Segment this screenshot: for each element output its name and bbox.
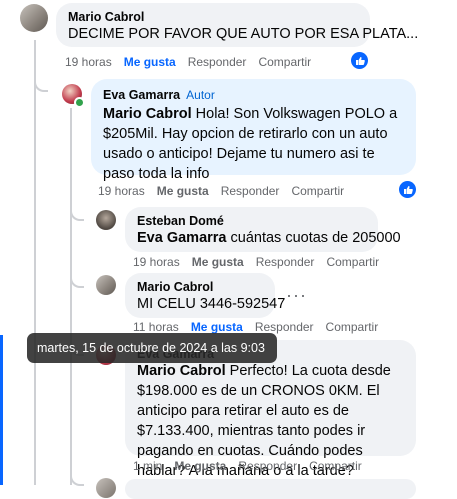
comment-time[interactable]: 19 horas — [133, 255, 180, 269]
comment-body: cuántas cuotas de 205000 — [226, 230, 401, 246]
mention-link[interactable]: Eva Gamarra — [137, 230, 226, 246]
comment-bubble-next — [125, 479, 416, 499]
avatar-mario-cabrol[interactable] — [20, 4, 48, 32]
highlight-rail — [0, 335, 3, 485]
comment-actions-5: 1 min Me gusta Responder Compartir — [133, 459, 374, 473]
avatar-mario-cabrol[interactable] — [96, 275, 116, 295]
mention-link[interactable]: Mario Cabrol — [137, 363, 226, 379]
comment-actions-4: 11 horas Me gusta Responder Compartir — [133, 320, 390, 334]
like-button[interactable]: Me gusta — [174, 459, 226, 473]
comment-text: MI CELU 3446-592547 — [137, 296, 286, 312]
reply-button[interactable]: Responder — [256, 255, 315, 269]
comment-text: DECIME POR FAVOR QUE AUTO POR ESA PLATA.… — [68, 26, 419, 42]
reply-button[interactable]: Responder — [221, 184, 280, 198]
comment-bubble-2: Eva Gamarra Autor Mario Cabrol Hola! Son … — [91, 79, 416, 182]
thread-curve-eva — [34, 66, 48, 92]
share-button[interactable]: Compartir — [326, 255, 379, 269]
thread-curve-next — [70, 460, 84, 486]
like-thumb-icon[interactable] — [351, 52, 368, 69]
like-button[interactable]: Me gusta — [192, 255, 244, 269]
thread-curve-esteban — [70, 195, 84, 221]
like-button[interactable]: Me gusta — [157, 184, 209, 198]
comment-author[interactable]: Esteban Domé — [137, 214, 366, 228]
like-thumb-icon[interactable] — [399, 181, 416, 198]
comment-bubble-1: Mario Cabrol DECIME POR FAVOR QUE AUTO P… — [56, 3, 419, 47]
comment-time[interactable]: 1 min — [133, 459, 162, 473]
share-button[interactable]: Compartir — [326, 320, 379, 334]
reply-button[interactable]: Responder — [238, 459, 297, 473]
thread-curve-mario-2 — [70, 262, 84, 288]
like-button[interactable]: Me gusta — [124, 55, 176, 69]
comment-author[interactable]: Mario Cabrol — [68, 10, 358, 24]
comment-text: Mario Cabrol Hola! Son Volkswagen POLO a… — [103, 104, 404, 184]
share-button[interactable]: Compartir — [258, 55, 311, 69]
comment-actions-1: 19 horas Me gusta Responder Compartir — [65, 55, 323, 69]
reply-button[interactable]: Responder — [255, 320, 314, 334]
comment-actions-2: 19 horas Me gusta Responder Compartir — [98, 184, 356, 198]
comment-bubble-4: Mario Cabrol MI CELU 3446-592547 — [125, 273, 286, 318]
online-dot-icon — [76, 99, 83, 106]
like-button[interactable]: Me gusta — [191, 320, 243, 334]
comment-author[interactable]: Eva Gamarra — [103, 88, 180, 102]
more-options-icon[interactable]: ··· — [286, 285, 307, 306]
avatar-esteban-dome[interactable] — [96, 210, 116, 230]
author-badge: Autor — [186, 88, 215, 102]
share-button[interactable]: Compartir — [291, 184, 344, 198]
comment-text: Eva Gamarra cuántas cuotas de 205000 — [137, 228, 401, 248]
comment-actions-3: 19 horas Me gusta Responder Compartir — [133, 255, 391, 269]
comment-bubble-3: Esteban Domé Eva Gamarra cuántas cuotas … — [125, 207, 401, 252]
comment-time[interactable]: 19 horas — [98, 184, 145, 198]
comment-time[interactable]: 11 horas — [133, 320, 179, 334]
avatar-next-reply[interactable] — [96, 478, 116, 498]
thread-line-eva — [70, 108, 72, 485]
timestamp-tooltip: martes, 15 de octubre de 2024 a las 9:03… — [27, 333, 277, 385]
comment-author[interactable]: Mario Cabrol — [137, 280, 263, 294]
comment-time[interactable]: 19 horas — [65, 55, 112, 69]
share-button[interactable]: Compartir — [309, 459, 362, 473]
mention-link[interactable]: Mario Cabrol — [103, 106, 192, 122]
thread-line-main — [34, 40, 36, 485]
reply-button[interactable]: Responder — [188, 55, 247, 69]
